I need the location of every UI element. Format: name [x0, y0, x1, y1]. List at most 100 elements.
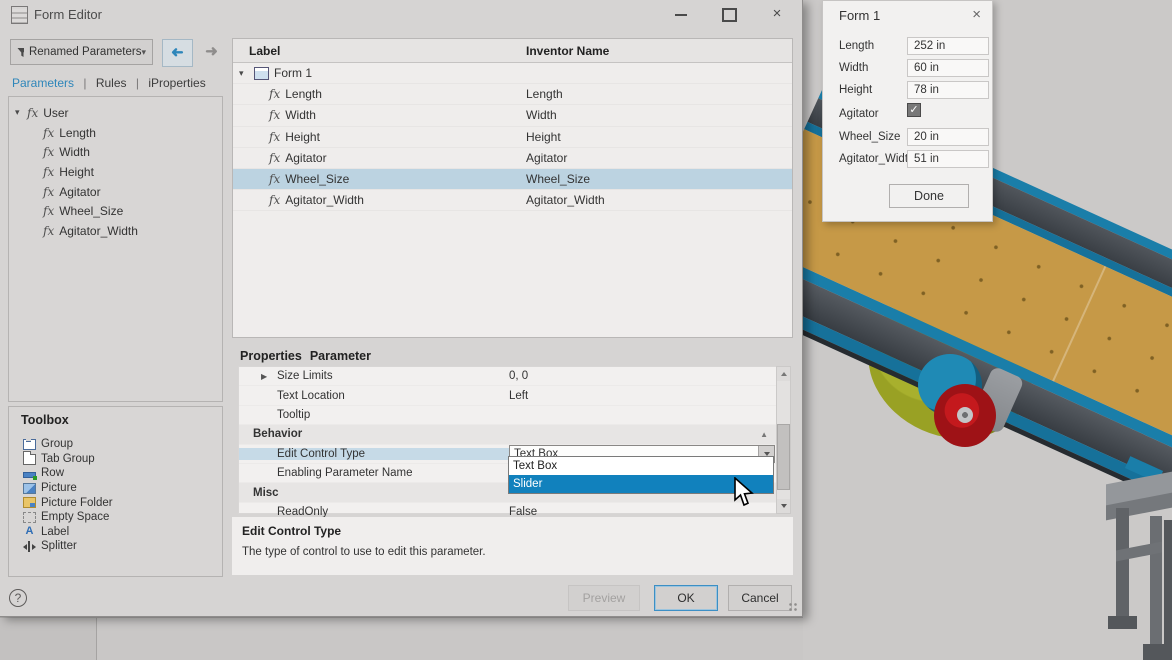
- description-title: Edit Control Type: [242, 524, 783, 538]
- agitator-checkbox[interactable]: ✓: [907, 103, 921, 117]
- field-height: Height 78 in: [839, 81, 989, 99]
- scroll-down-button[interactable]: [777, 499, 790, 513]
- picture-icon: [23, 483, 36, 494]
- cancel-button[interactable]: Cancel: [728, 585, 792, 611]
- dropdown-option-text-box[interactable]: Text Box: [509, 457, 773, 475]
- toolbox-item-picture-folder[interactable]: Picture Folder: [9, 495, 222, 510]
- back-button[interactable]: ➜: [162, 39, 193, 67]
- table-header: Label Inventor Name: [233, 39, 792, 63]
- fx-icon: fx: [43, 185, 54, 199]
- expand-icon[interactable]: ▶: [261, 372, 267, 381]
- tree-node-user[interactable]: ▾ fx User: [15, 103, 222, 123]
- background-panel: [0, 617, 803, 660]
- wheel-size-input[interactable]: 20 in: [907, 128, 989, 146]
- property-row-text-location[interactable]: Text Location Left: [239, 386, 776, 405]
- toolbox-item-row[interactable]: Row: [9, 466, 222, 481]
- width-input[interactable]: 60 in: [907, 59, 989, 77]
- tab-parameter[interactable]: Parameter: [310, 349, 371, 363]
- tree-node-width[interactable]: fxWidth: [43, 142, 222, 162]
- agitator-width-input[interactable]: 51 in: [907, 150, 989, 168]
- property-row-tooltip[interactable]: Tooltip: [239, 406, 776, 425]
- source-tabs: Parameters | Rules | iProperties: [12, 76, 212, 90]
- scrollbar-thumb[interactable]: [777, 424, 790, 490]
- tree-node-agitator-width[interactable]: fxAgitator_Width: [43, 221, 222, 241]
- tree-node-length[interactable]: fxLength: [43, 123, 222, 143]
- close-button[interactable]: ×: [762, 4, 792, 24]
- table-row[interactable]: fxWidth Width: [233, 105, 792, 126]
- toolbox-item-picture[interactable]: Picture: [9, 481, 222, 496]
- resize-grip[interactable]: [788, 602, 798, 612]
- fx-icon: fx: [43, 126, 54, 140]
- length-input[interactable]: 252 in: [907, 37, 989, 55]
- field-length: Length 252 in: [839, 37, 989, 55]
- toolbox-item-tab-group[interactable]: Tab Group: [9, 452, 222, 467]
- close-icon[interactable]: ×: [972, 6, 981, 23]
- tab-rules[interactable]: Rules: [96, 76, 127, 90]
- height-input[interactable]: 78 in: [907, 81, 989, 99]
- fx-icon: fx: [269, 87, 280, 101]
- forward-arrow-icon: ➜: [205, 43, 218, 60]
- tab-parameters[interactable]: Parameters: [12, 76, 74, 90]
- back-arrow-icon: ➜: [171, 40, 184, 66]
- scroll-up-button[interactable]: [777, 367, 790, 381]
- title-bar[interactable]: Form Editor ×: [0, 0, 802, 28]
- wheel-hub: [957, 407, 973, 423]
- tab-group-icon: [23, 454, 36, 465]
- tree-node-wheel-size[interactable]: fxWheel_Size: [43, 201, 222, 221]
- toolbox-item-empty-space[interactable]: Empty Space: [9, 510, 222, 525]
- properties-panel: Properties Parameter ▶Size Limits 0, 0 T…: [232, 345, 793, 517]
- filter-icon: [17, 47, 24, 58]
- forward-button[interactable]: ➜: [197, 39, 226, 65]
- toolbox-title: Toolbox: [9, 407, 222, 437]
- toolbox-item-label[interactable]: ALabel: [9, 525, 222, 540]
- property-category-behavior[interactable]: Behavior ▲: [239, 425, 776, 444]
- done-button[interactable]: Done: [889, 184, 969, 208]
- table-row[interactable]: fxAgitator_Width Agitator_Width: [233, 190, 792, 211]
- table-row[interactable]: fxHeight Height: [233, 127, 792, 148]
- fx-icon: fx: [27, 106, 38, 120]
- field-wheel-size: Wheel_Size 20 in: [839, 128, 989, 146]
- row-icon: [23, 472, 36, 478]
- tree-node-agitator[interactable]: fxAgitator: [43, 182, 222, 202]
- filter-label: Renamed Parameters: [29, 46, 142, 58]
- dialog-title: Form Editor: [34, 7, 102, 22]
- fx-icon: fx: [269, 130, 280, 144]
- form1-title: Form 1: [839, 8, 880, 23]
- label-icon: A: [23, 526, 36, 537]
- form-editor-dialog: Form Editor × Renamed Parameters ▾ ➜ ➜ P…: [0, 0, 803, 617]
- fx-icon: fx: [269, 151, 280, 165]
- collapse-icon[interactable]: ▲: [760, 430, 768, 439]
- field-agitator: Agitator ✓: [839, 105, 989, 123]
- preview-button[interactable]: Preview: [568, 585, 640, 611]
- tab-iproperties[interactable]: iProperties: [148, 76, 205, 90]
- parameter-filter-dropdown[interactable]: Renamed Parameters ▾: [10, 39, 153, 65]
- toolbox-item-group[interactable]: Group: [9, 437, 222, 452]
- form1-preview-panel: Form 1 × Length 252 in Width 60 in Heigh…: [822, 0, 993, 222]
- form-icon: [254, 67, 269, 80]
- property-row-size-limits[interactable]: ▶Size Limits 0, 0: [239, 367, 776, 386]
- tree-node-height[interactable]: fxHeight: [43, 162, 222, 182]
- toolbox-panel: Toolbox Group Tab Group Row Picture Pict…: [8, 406, 223, 577]
- table-row[interactable]: fxAgitator Agitator: [233, 148, 792, 169]
- description-text: The type of control to use to edit this …: [242, 546, 783, 558]
- field-agitator-width: Agitator_Width 51 in: [839, 150, 989, 168]
- help-button[interactable]: ?: [9, 589, 27, 607]
- mouse-cursor: [733, 477, 757, 507]
- minimize-icon: [675, 14, 687, 16]
- column-label[interactable]: Label: [233, 44, 526, 58]
- picture-folder-icon: [23, 497, 36, 508]
- column-inventor-name[interactable]: Inventor Name: [526, 44, 609, 58]
- toolbox-item-splitter[interactable]: Splitter: [9, 539, 222, 554]
- fx-icon: fx: [43, 204, 54, 218]
- table-row-selected[interactable]: fxWheel_Size Wheel_Size: [233, 169, 792, 190]
- maximize-button[interactable]: [714, 4, 744, 24]
- group-icon: [23, 439, 36, 450]
- table-row-form1[interactable]: ▾ Form 1: [233, 63, 792, 84]
- tab-properties[interactable]: Properties: [240, 349, 302, 363]
- minimize-button[interactable]: [666, 4, 696, 24]
- ok-button[interactable]: OK: [654, 585, 718, 611]
- fx-icon: fx: [269, 108, 280, 122]
- table-row[interactable]: fxLength Length: [233, 84, 792, 105]
- fx-icon: fx: [43, 224, 54, 238]
- property-grid-scrollbar[interactable]: [776, 366, 791, 514]
